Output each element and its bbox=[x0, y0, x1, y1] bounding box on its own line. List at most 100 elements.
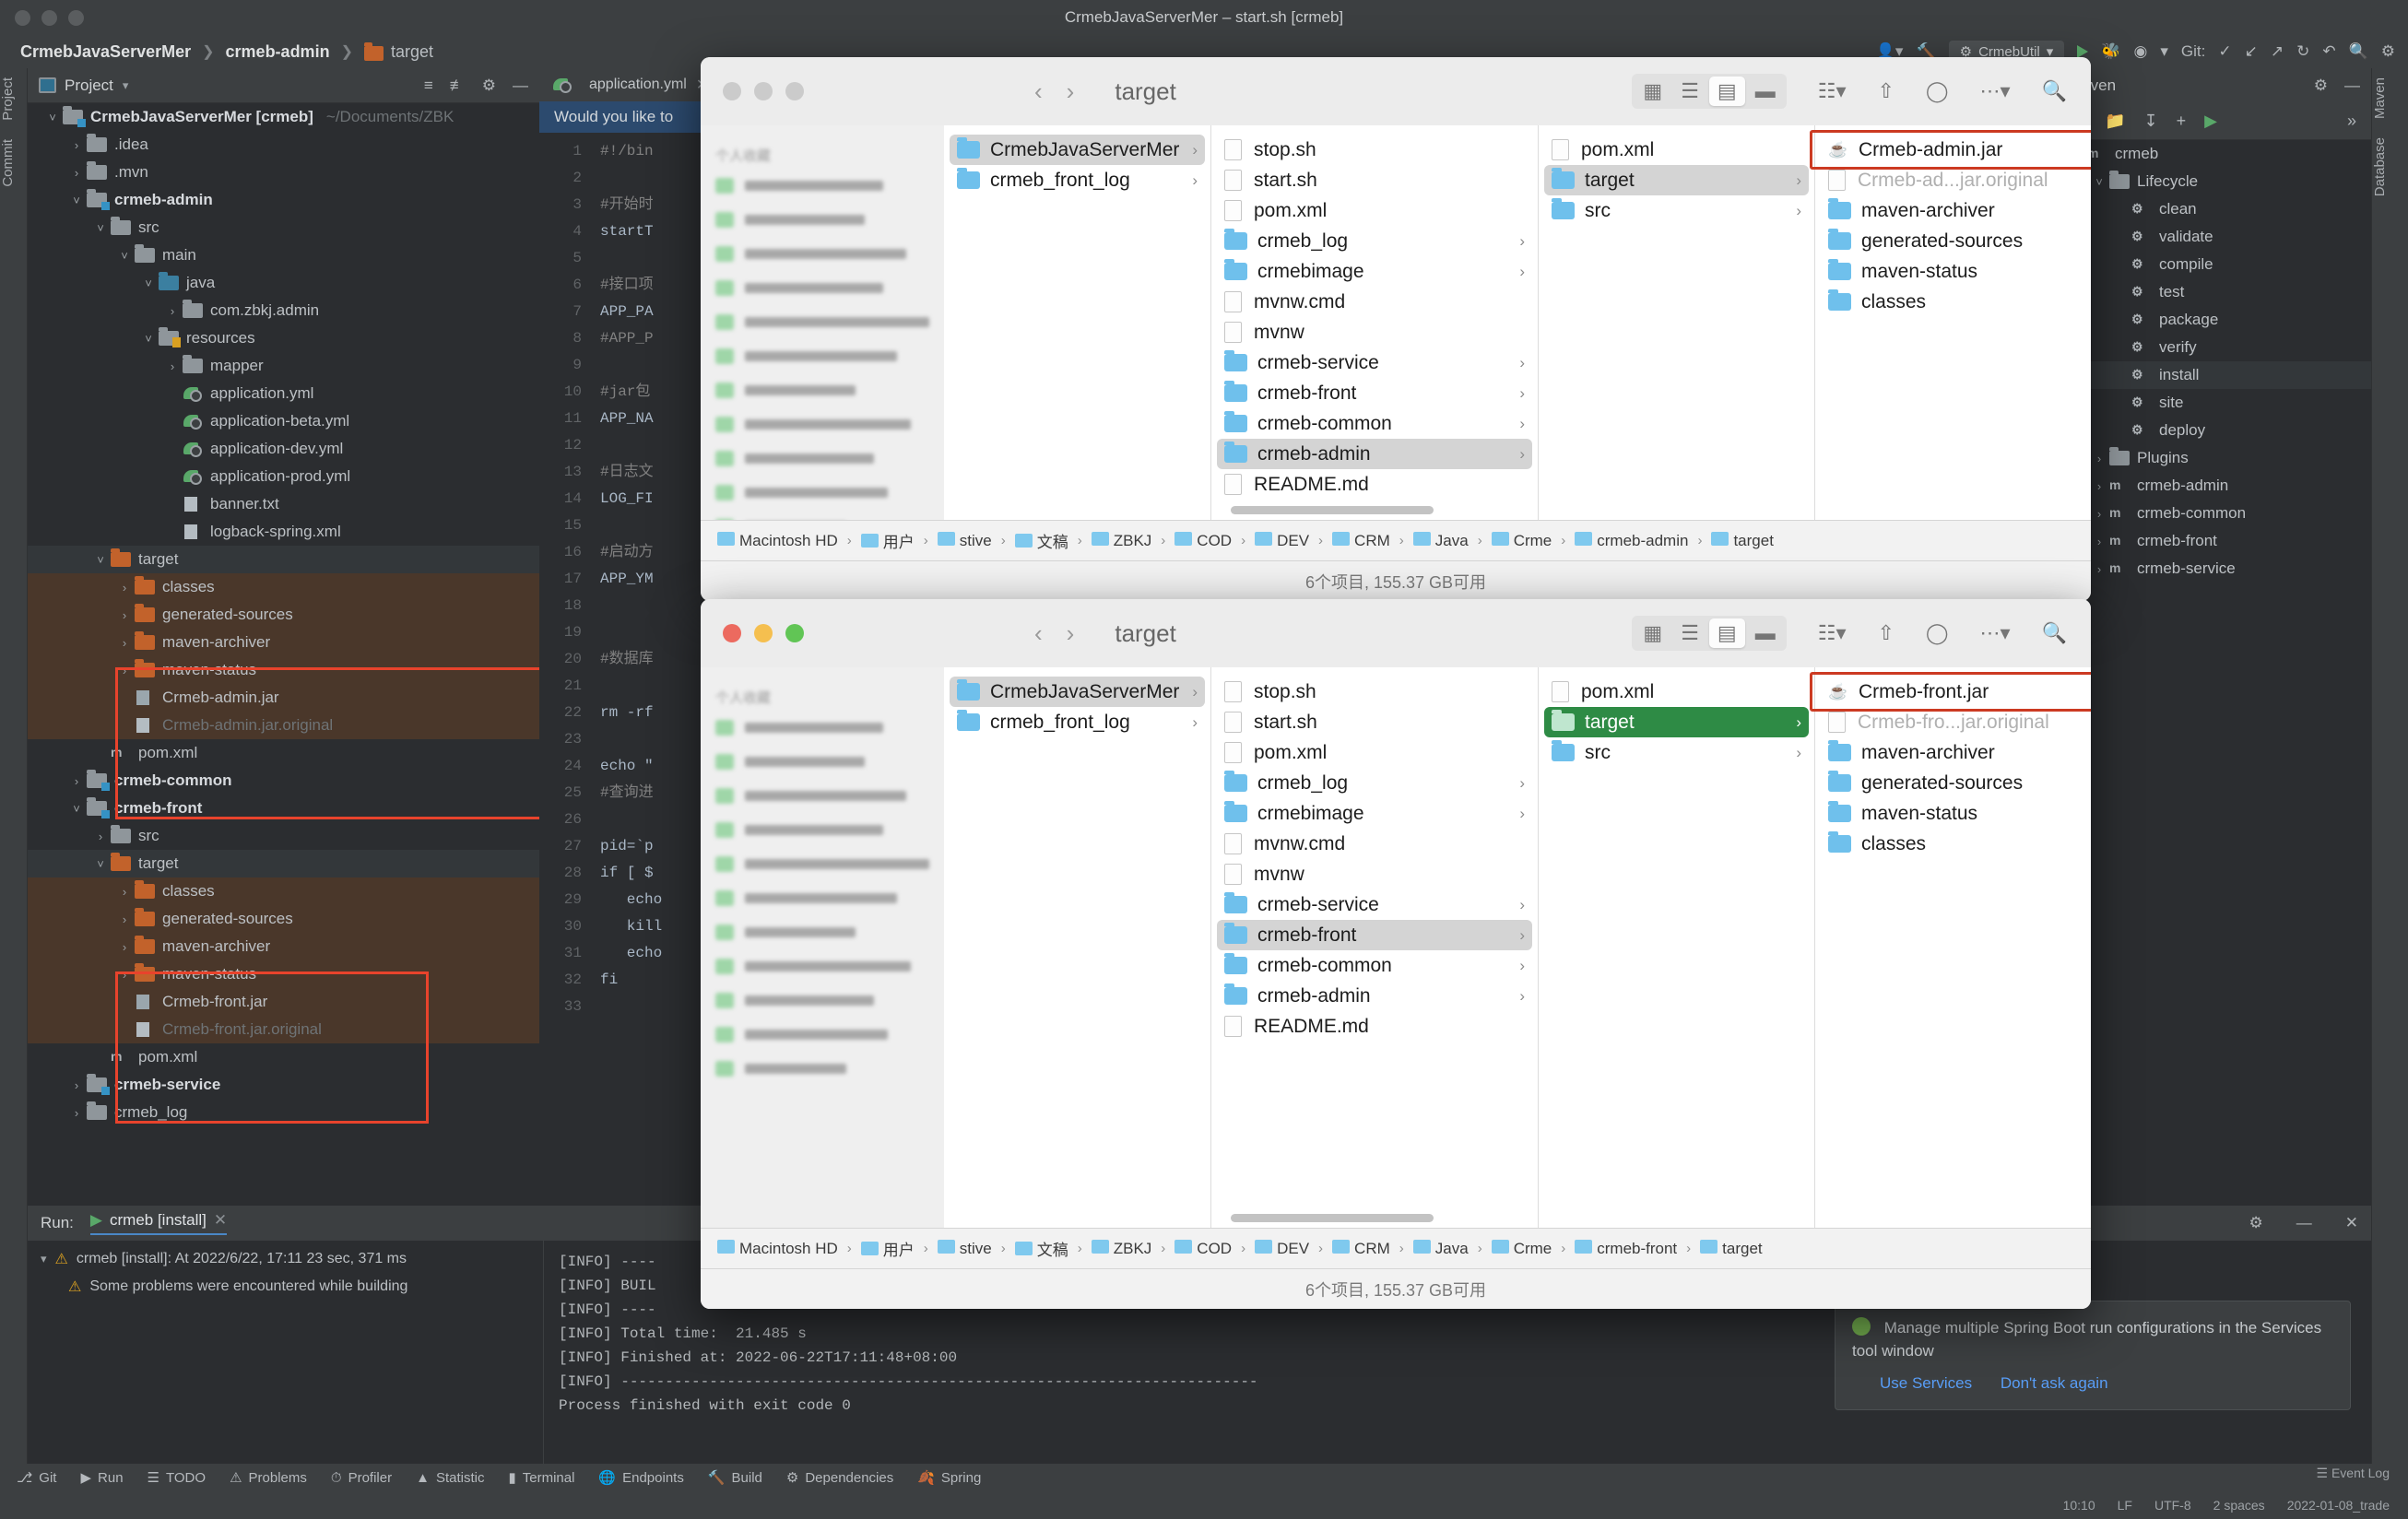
maven-tree-node[interactable]: ⚙ deploy bbox=[2058, 417, 2371, 444]
tree-node[interactable]: ˅ java bbox=[28, 269, 539, 297]
bottom-tab-spring[interactable]: 🍂 Spring bbox=[917, 1469, 981, 1487]
path-crumb[interactable]: 文稿 bbox=[1014, 529, 1068, 552]
finder-item[interactable]: crmeb-admin › bbox=[1217, 439, 1532, 469]
path-crumb[interactable]: Java bbox=[1412, 1239, 1469, 1258]
finder-item[interactable]: maven-status› bbox=[1815, 256, 2091, 287]
tree-expander[interactable]: › bbox=[66, 138, 87, 152]
path-crumb[interactable]: target bbox=[1700, 1239, 1763, 1258]
path-crumb[interactable]: crmeb-front bbox=[1575, 1239, 1677, 1258]
sidebar-favorite-item[interactable] bbox=[715, 720, 929, 736]
tree-node[interactable]: ˅ target bbox=[28, 850, 539, 877]
tree-node[interactable]: application-beta.yml bbox=[28, 407, 539, 435]
chevron-down-icon[interactable]: ▾ bbox=[123, 78, 129, 93]
sidebar-favorite-item[interactable] bbox=[715, 451, 929, 466]
bottom-tab-endpoints[interactable]: 🌐 Endpoints bbox=[598, 1469, 683, 1487]
finder-item[interactable]: crmeb-service › bbox=[1211, 347, 1538, 378]
tree-expander[interactable]: › bbox=[114, 885, 135, 899]
project-tree[interactable]: ˅ CrmebJavaServerMer [crmeb] ~/Documents/Z… bbox=[28, 103, 539, 1206]
share-icon[interactable]: ⇧ bbox=[1877, 79, 1894, 103]
path-crumb[interactable]: ZBKJ bbox=[1091, 531, 1151, 550]
debug-icon[interactable]: 🐝 bbox=[2101, 42, 2120, 61]
finder-item[interactable]: crmeb_log › bbox=[1211, 768, 1538, 798]
bottom-tab-dependencies[interactable]: ⚙ Dependencies bbox=[786, 1469, 893, 1487]
tree-node[interactable]: › classes bbox=[28, 877, 539, 905]
run-tree[interactable]: ▾ ⚠ crmeb [install]: At 2022/6/22, 17:11… bbox=[28, 1241, 544, 1464]
finder-column[interactable]: stop.sh start.sh pom.xml crmeb_log › crmebima… bbox=[1211, 667, 1539, 1228]
tree-node[interactable]: logback-spring.xml bbox=[28, 518, 539, 546]
back-icon[interactable]: ‹ bbox=[1034, 77, 1043, 106]
tree-node[interactable]: application-dev.yml bbox=[28, 435, 539, 463]
tree-expander[interactable]: › bbox=[66, 774, 87, 788]
close-icon[interactable] bbox=[723, 82, 741, 100]
path-crumb[interactable]: Crme bbox=[1491, 531, 1552, 550]
profile-icon[interactable]: ▾ bbox=[2160, 42, 2168, 61]
more-icon[interactable]: ⋯▾ bbox=[1980, 79, 2011, 103]
maven-tree-node[interactable]: › m crmeb-common bbox=[2058, 500, 2371, 527]
tree-expander[interactable]: ˅ bbox=[90, 221, 111, 235]
sidebar-favorite-item[interactable] bbox=[715, 485, 929, 500]
finder-column[interactable]: ☕ Crmeb-admin.jar Crmeb-ad...jar.original m… bbox=[1815, 125, 2091, 520]
finder-nav[interactable]: ‹ › target bbox=[1034, 619, 1176, 648]
chevron-down-icon[interactable]: ▾ bbox=[41, 1252, 47, 1266]
finder-item[interactable]: pom.xml bbox=[1539, 677, 1814, 707]
gear-icon[interactable]: ⚙ bbox=[2249, 1214, 2263, 1232]
sidebar-favorite-item[interactable] bbox=[715, 993, 929, 1008]
finder-column[interactable]: CrmebJavaServerMer › crmeb_front_log › bbox=[944, 667, 1211, 1228]
status-item[interactable]: UTF-8 bbox=[2154, 1498, 2191, 1513]
path-crumb[interactable]: Macintosh HD bbox=[717, 1239, 838, 1258]
tree-node[interactable]: m pom.xml bbox=[28, 1043, 539, 1071]
maven-tree-node[interactable]: ⚙ site bbox=[2058, 389, 2371, 417]
sidebar-favorite-item[interactable] bbox=[715, 754, 929, 770]
push-icon[interactable]: ↗ bbox=[2271, 42, 2284, 61]
tree-node[interactable]: Crmeb-front.jar.original bbox=[28, 1016, 539, 1043]
status-item[interactable]: 2022-01-08_trade bbox=[2287, 1498, 2390, 1513]
finder-item[interactable]: crmeb_log › bbox=[1211, 226, 1538, 256]
status-item[interactable]: 2 spaces bbox=[2213, 1498, 2265, 1513]
close-icon[interactable]: ✕ bbox=[214, 1211, 227, 1230]
tree-node[interactable]: › crmeb-service bbox=[28, 1071, 539, 1099]
list-view-icon[interactable]: ☰ bbox=[1672, 77, 1707, 106]
run-icon[interactable] bbox=[2077, 45, 2089, 58]
finder-item[interactable]: CrmebJavaServerMer › bbox=[950, 677, 1205, 707]
forward-icon[interactable]: › bbox=[1067, 77, 1075, 106]
view-switcher[interactable]: ▦ ☰ ▤ ▬ bbox=[1632, 74, 1787, 109]
sidebar-favorite-item[interactable] bbox=[715, 348, 929, 364]
forward-icon[interactable]: › bbox=[1067, 619, 1075, 648]
finder-item[interactable]: mvnw bbox=[1211, 317, 1538, 347]
tree-expander[interactable]: ˅ bbox=[90, 857, 111, 871]
share-icon[interactable]: ⇧ bbox=[1877, 621, 1894, 645]
sidebar-item-maven[interactable]: Maven bbox=[2372, 68, 2400, 128]
tree-node[interactable]: ˅ main bbox=[28, 241, 539, 269]
tree-expander[interactable]: › bbox=[2089, 507, 2109, 521]
sidebar-favorite-item[interactable] bbox=[715, 1061, 929, 1077]
finder-nav[interactable]: ‹ › target bbox=[1034, 77, 1176, 106]
finder-sidebar[interactable]: 个人收藏 bbox=[701, 667, 944, 1228]
path-crumb[interactable]: target bbox=[1711, 531, 1774, 550]
maven-tree-node[interactable]: ⚙ install bbox=[2058, 361, 2371, 389]
tree-expander[interactable]: › bbox=[66, 166, 87, 180]
finder-item[interactable]: ☕ Crmeb-admin.jar bbox=[1815, 135, 2091, 165]
grid-view-icon[interactable]: ▦ bbox=[1635, 618, 1670, 648]
finder-item[interactable]: crmebimage › bbox=[1211, 798, 1538, 829]
tree-expander[interactable]: › bbox=[114, 608, 135, 622]
scrollbar[interactable] bbox=[1211, 506, 1538, 514]
close-icon[interactable]: ✕ bbox=[2345, 1214, 2358, 1232]
sidebar-item-project[interactable]: Project bbox=[0, 68, 28, 130]
finder-tools[interactable]: ▦ ☰ ▤ ▬ ☷▾ ⇧ ◯ ⋯▾ 🔍 bbox=[1632, 74, 2067, 109]
finder-item[interactable]: pom.xml bbox=[1211, 737, 1538, 768]
finder-item[interactable]: ☕ Crmeb-front.jar bbox=[1815, 677, 2091, 707]
finder-window-admin[interactable]: ‹ › target ▦ ☰ ▤ ▬ ☷▾ ⇧ ◯ ⋯▾ 🔍 个人收藏 CrmebJavaServerMe… bbox=[701, 57, 2091, 601]
finder-item[interactable]: crmeb-admin › bbox=[1211, 981, 1538, 1011]
finder-item[interactable]: src › bbox=[1539, 195, 1814, 226]
finder-item[interactable]: start.sh bbox=[1211, 707, 1538, 737]
finder-column[interactable]: pom.xml target › src › bbox=[1539, 125, 1815, 520]
finder-item[interactable]: Crmeb-fro...jar.original bbox=[1815, 707, 2091, 737]
sidebar-favorite-item[interactable] bbox=[715, 417, 929, 432]
bottom-tab-problems[interactable]: ⚠ Problems bbox=[230, 1469, 307, 1487]
finder-item[interactable]: mvnw.cmd bbox=[1211, 829, 1538, 859]
maven-tree-node[interactable]: ⚙ package bbox=[2058, 306, 2371, 334]
tree-node[interactable]: banner.txt bbox=[28, 490, 539, 518]
sidebar-favorite-item[interactable] bbox=[715, 1027, 929, 1042]
finder-column[interactable]: CrmebJavaServerMer › crmeb_front_log › bbox=[944, 125, 1211, 520]
finder-path-bar[interactable]: Macintosh HD › 用户 › stive › 文稿 › ZBKJ › COD › DEV › CR… bbox=[701, 1228, 2091, 1268]
